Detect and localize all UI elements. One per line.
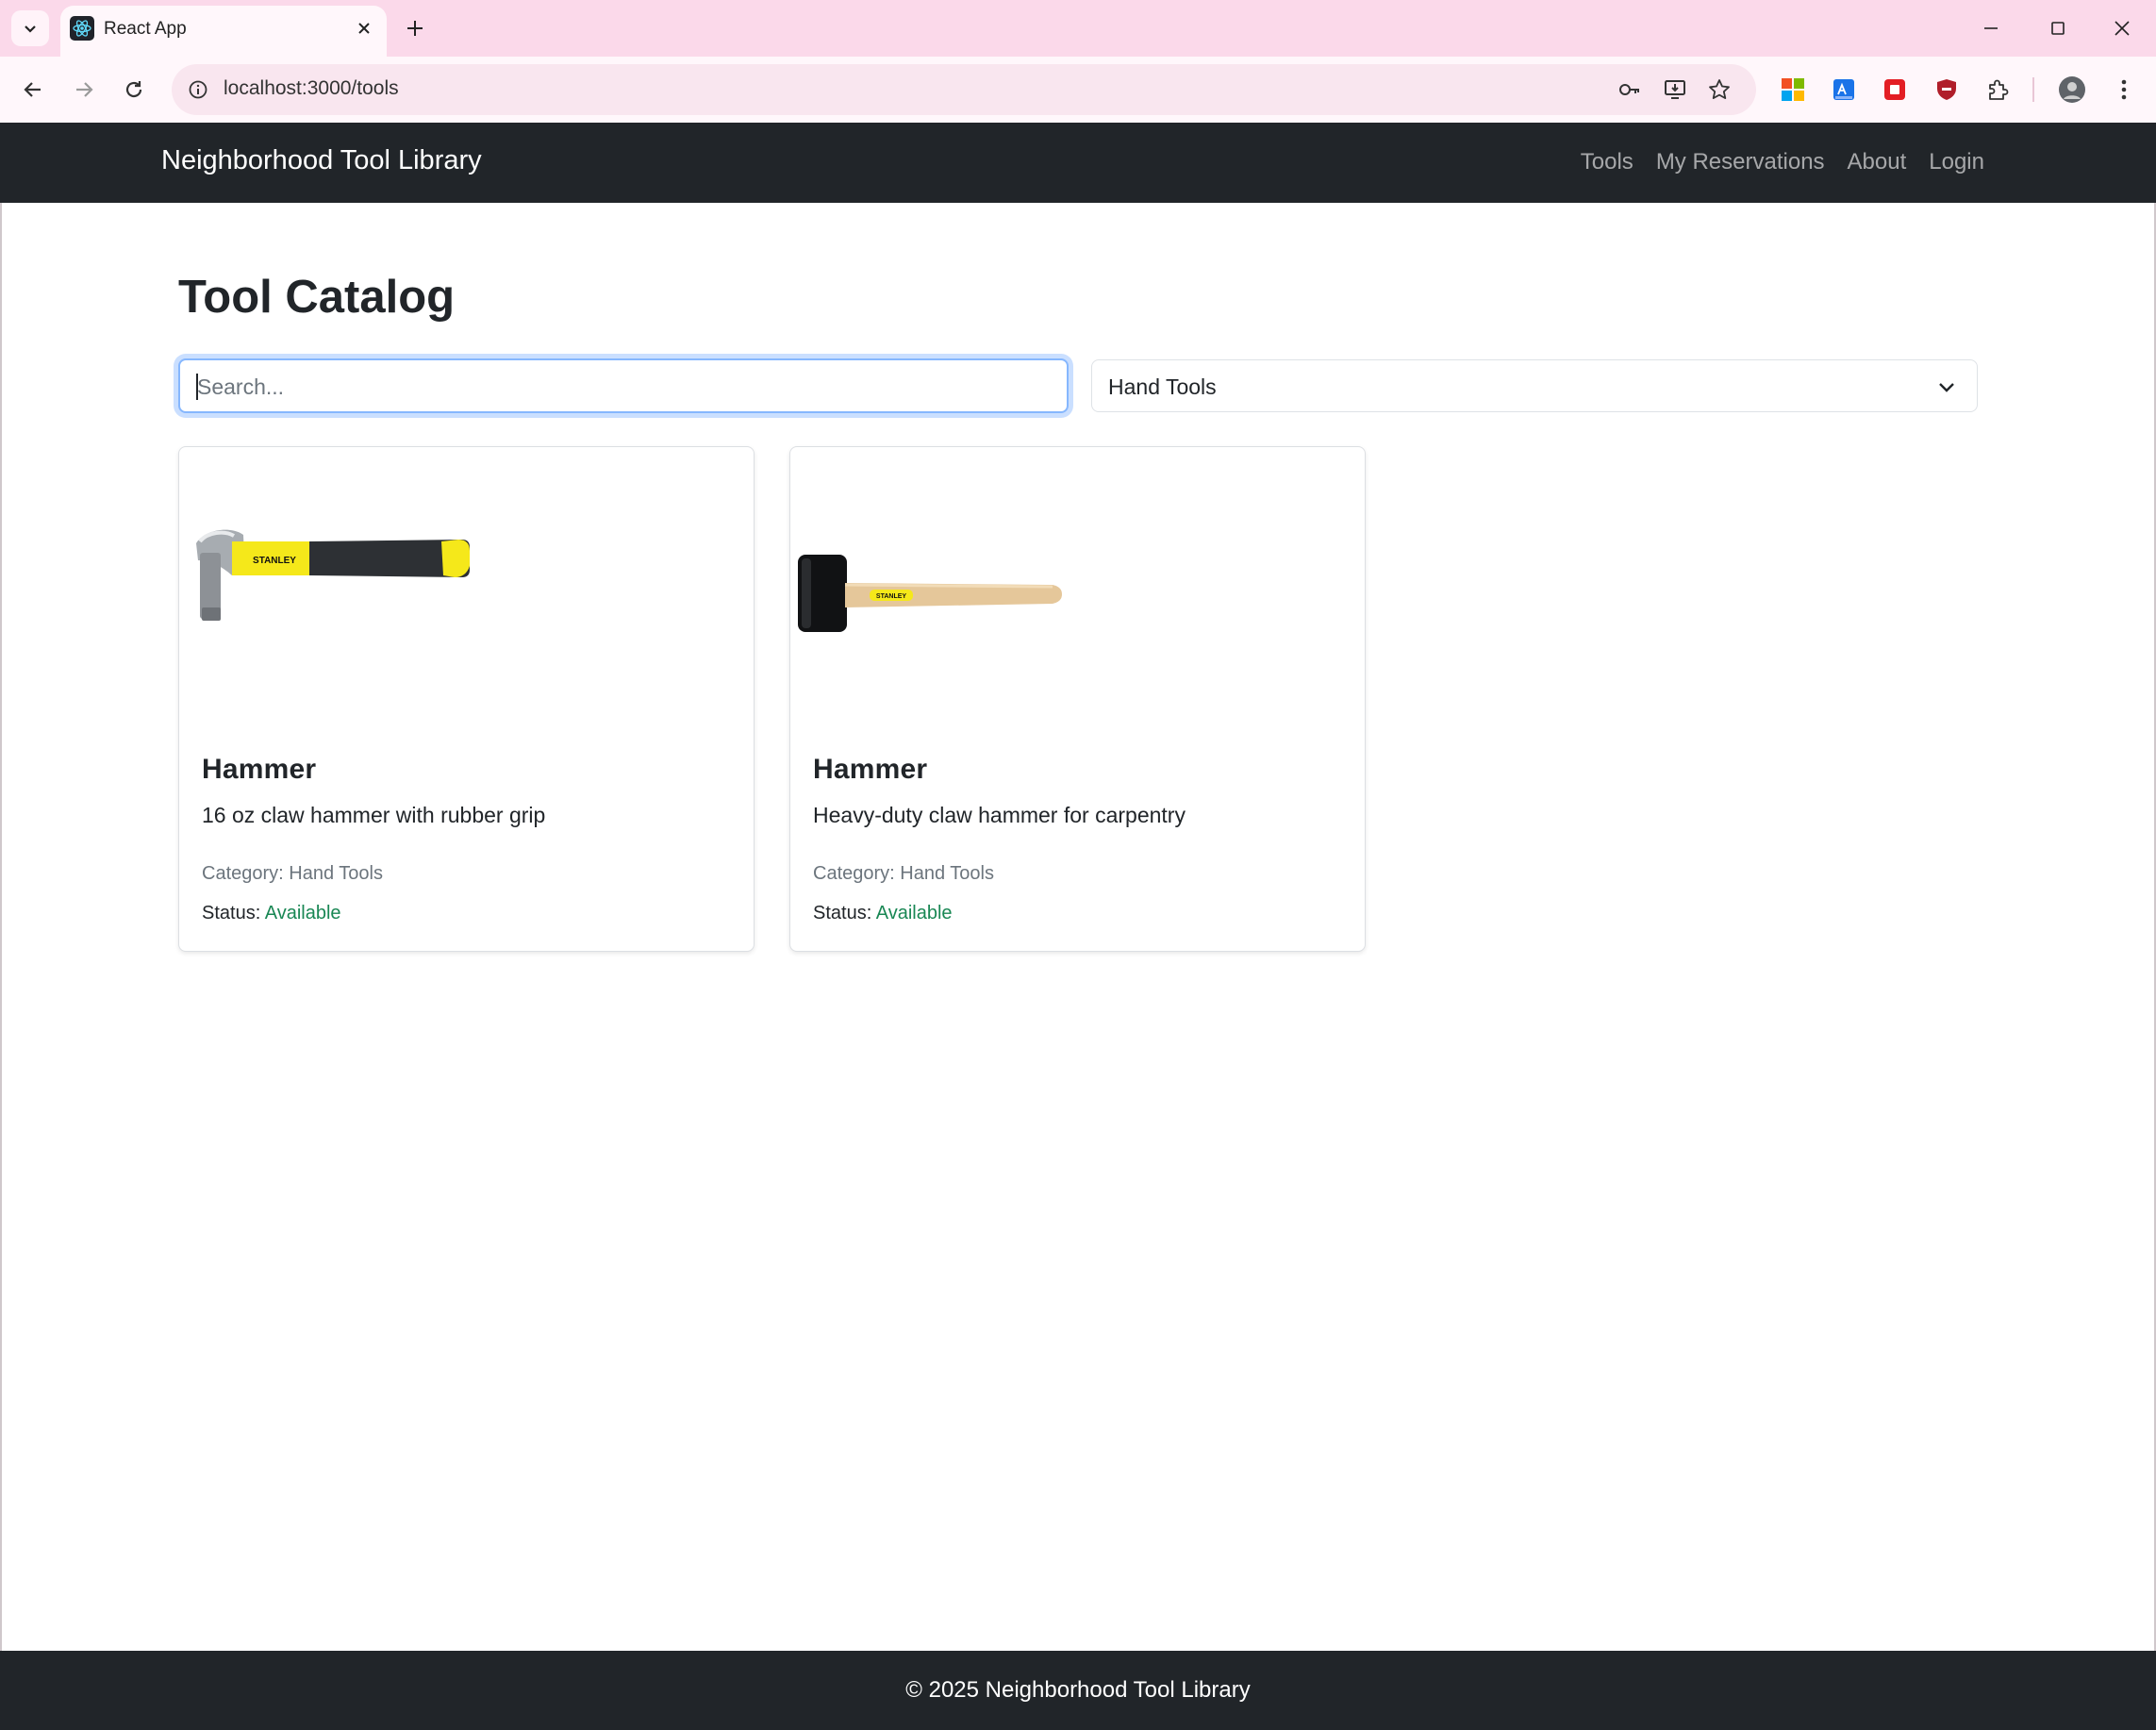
card-title: Hammer (813, 754, 928, 785)
text-cursor (196, 374, 198, 400)
back-arrow-icon[interactable] (13, 70, 53, 109)
claw-hammer-image: STANLEY (196, 529, 470, 621)
category-select[interactable]: Hand Tools (1091, 359, 1978, 412)
bookmark-star-icon[interactable] (1704, 75, 1734, 105)
app-navbar: Neighborhood Tool Library Tools My Reser… (0, 123, 2156, 203)
footer-copyright: © 2025 Neighborhood Tool Library (905, 1677, 1251, 1703)
install-app-icon[interactable] (1660, 75, 1690, 105)
shield-extension-icon[interactable] (1931, 74, 1963, 106)
site-info-icon[interactable] (183, 75, 213, 105)
close-window-icon[interactable] (2098, 9, 2146, 47)
reload-icon[interactable] (114, 70, 154, 109)
card-title: Hammer (202, 754, 317, 785)
window-frame-left (0, 0, 2, 1730)
tab-title: React App (104, 19, 187, 39)
card-status: Status: Available (202, 903, 341, 924)
puzzle-extensions-icon[interactable] (1982, 74, 2014, 106)
search-input[interactable]: Search... (178, 358, 1069, 413)
status-badge: Available (264, 903, 341, 923)
red-stop-extension-icon[interactable] (1879, 74, 1911, 106)
category-select-value: Hand Tools (1108, 374, 1217, 399)
nav-link-login[interactable]: Login (1929, 149, 1984, 175)
react-logo-icon (70, 16, 94, 41)
new-tab-plus-icon[interactable] (400, 13, 430, 43)
password-key-icon[interactable] (1615, 75, 1645, 105)
navbar-links: Tools My Reservations About Login (1558, 149, 1984, 175)
hammer-brand-label: STANLEY (253, 556, 296, 566)
tab-close-icon[interactable] (351, 15, 377, 42)
card-category-label: Category: (813, 863, 895, 884)
card-description: Heavy-duty claw hammer for carpentry (813, 803, 1186, 827)
rubber-mallet-image: STANLEY (798, 555, 1062, 632)
card-category-value: Hand Tools (289, 863, 383, 884)
page-title: Tool Catalog (178, 272, 456, 323)
card-status: Status: Available (813, 903, 953, 924)
maximize-icon[interactable] (2034, 9, 2081, 47)
translate-extension-icon[interactable] (1828, 74, 1860, 106)
chevron-down-icon (1939, 383, 1954, 392)
search-placeholder: Search... (197, 374, 285, 399)
address-bar[interactable]: localhost:3000/tools (172, 64, 1756, 115)
minimize-icon[interactable] (1967, 9, 2015, 47)
nav-link-tools[interactable]: Tools (1581, 149, 1634, 175)
mallet-brand-label: STANLEY (876, 593, 906, 600)
tool-card[interactable]: STANLEY Hammer 16 oz claw hammer with ru… (178, 446, 755, 952)
nav-link-about[interactable]: About (1848, 149, 1907, 175)
card-description: 16 oz claw hammer with rubber grip (202, 803, 546, 827)
browser-tabstrip: React App (0, 0, 2156, 57)
tab-search-button[interactable] (11, 10, 49, 46)
page-footer: © 2025 Neighborhood Tool Library (0, 1651, 2156, 1730)
forward-arrow-icon[interactable] (64, 70, 104, 109)
toolbar-divider (2032, 77, 2034, 102)
navbar-brand[interactable]: Neighborhood Tool Library (161, 145, 482, 176)
card-category: Category: Hand Tools (202, 863, 383, 885)
browser-menu-kebab-icon[interactable] (2108, 74, 2140, 106)
card-category: Category: Hand Tools (813, 863, 994, 885)
nav-link-my-reservations[interactable]: My Reservations (1656, 149, 1825, 175)
url-text: localhost:3000/tools (224, 77, 399, 99)
microsoft-extension-icon[interactable] (1777, 74, 1809, 106)
card-category-label: Category: (202, 863, 284, 884)
profile-avatar[interactable] (2056, 74, 2088, 106)
tool-card[interactable]: STANLEY Hammer Heavy-duty claw hammer fo… (789, 446, 1366, 952)
browser-tab-active[interactable]: React App (60, 6, 387, 57)
status-badge: Available (875, 903, 953, 923)
card-status-label: Status: (202, 903, 261, 923)
card-status-label: Status: (813, 903, 872, 923)
card-category-value: Hand Tools (900, 863, 994, 884)
chevron-down-icon (25, 25, 36, 33)
